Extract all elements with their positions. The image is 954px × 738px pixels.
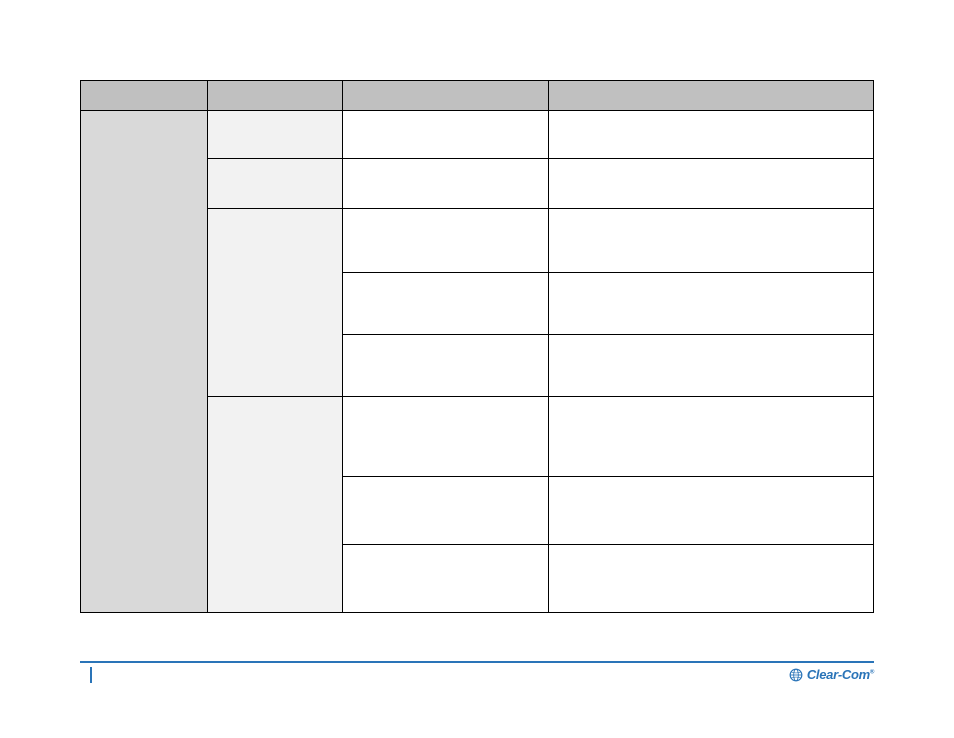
table-row <box>81 111 874 159</box>
data-cell <box>548 273 873 335</box>
data-cell <box>342 397 548 477</box>
footer-rule <box>80 661 874 663</box>
data-cell <box>548 335 873 397</box>
data-cell <box>342 477 548 545</box>
subgroup-cell <box>207 111 342 159</box>
header-cell <box>207 81 342 111</box>
header-cell <box>81 81 208 111</box>
data-cell <box>342 545 548 613</box>
registered-mark: ® <box>870 670 874 676</box>
brand-logo: Clear-Com® <box>789 667 874 682</box>
globe-icon <box>789 668 803 682</box>
header-cell <box>342 81 548 111</box>
row-group-cell <box>81 111 208 613</box>
data-cell <box>548 209 873 273</box>
subgroup-cell <box>207 159 342 209</box>
subgroup-cell <box>207 209 342 397</box>
data-cell <box>342 159 548 209</box>
page-footer: Clear-Com® <box>80 661 874 683</box>
data-cell <box>342 209 548 273</box>
data-cell <box>342 335 548 397</box>
data-table <box>80 80 874 613</box>
header-cell <box>548 81 873 111</box>
data-cell <box>342 111 548 159</box>
table-header-row <box>81 81 874 111</box>
subgroup-cell <box>207 397 342 613</box>
data-cell <box>548 111 873 159</box>
data-cell <box>548 397 873 477</box>
data-cell <box>548 159 873 209</box>
footer-separator <box>90 667 92 683</box>
data-cell <box>548 545 873 613</box>
brand-name: Clear-Com® <box>807 667 874 682</box>
data-cell <box>548 477 873 545</box>
data-cell <box>342 273 548 335</box>
